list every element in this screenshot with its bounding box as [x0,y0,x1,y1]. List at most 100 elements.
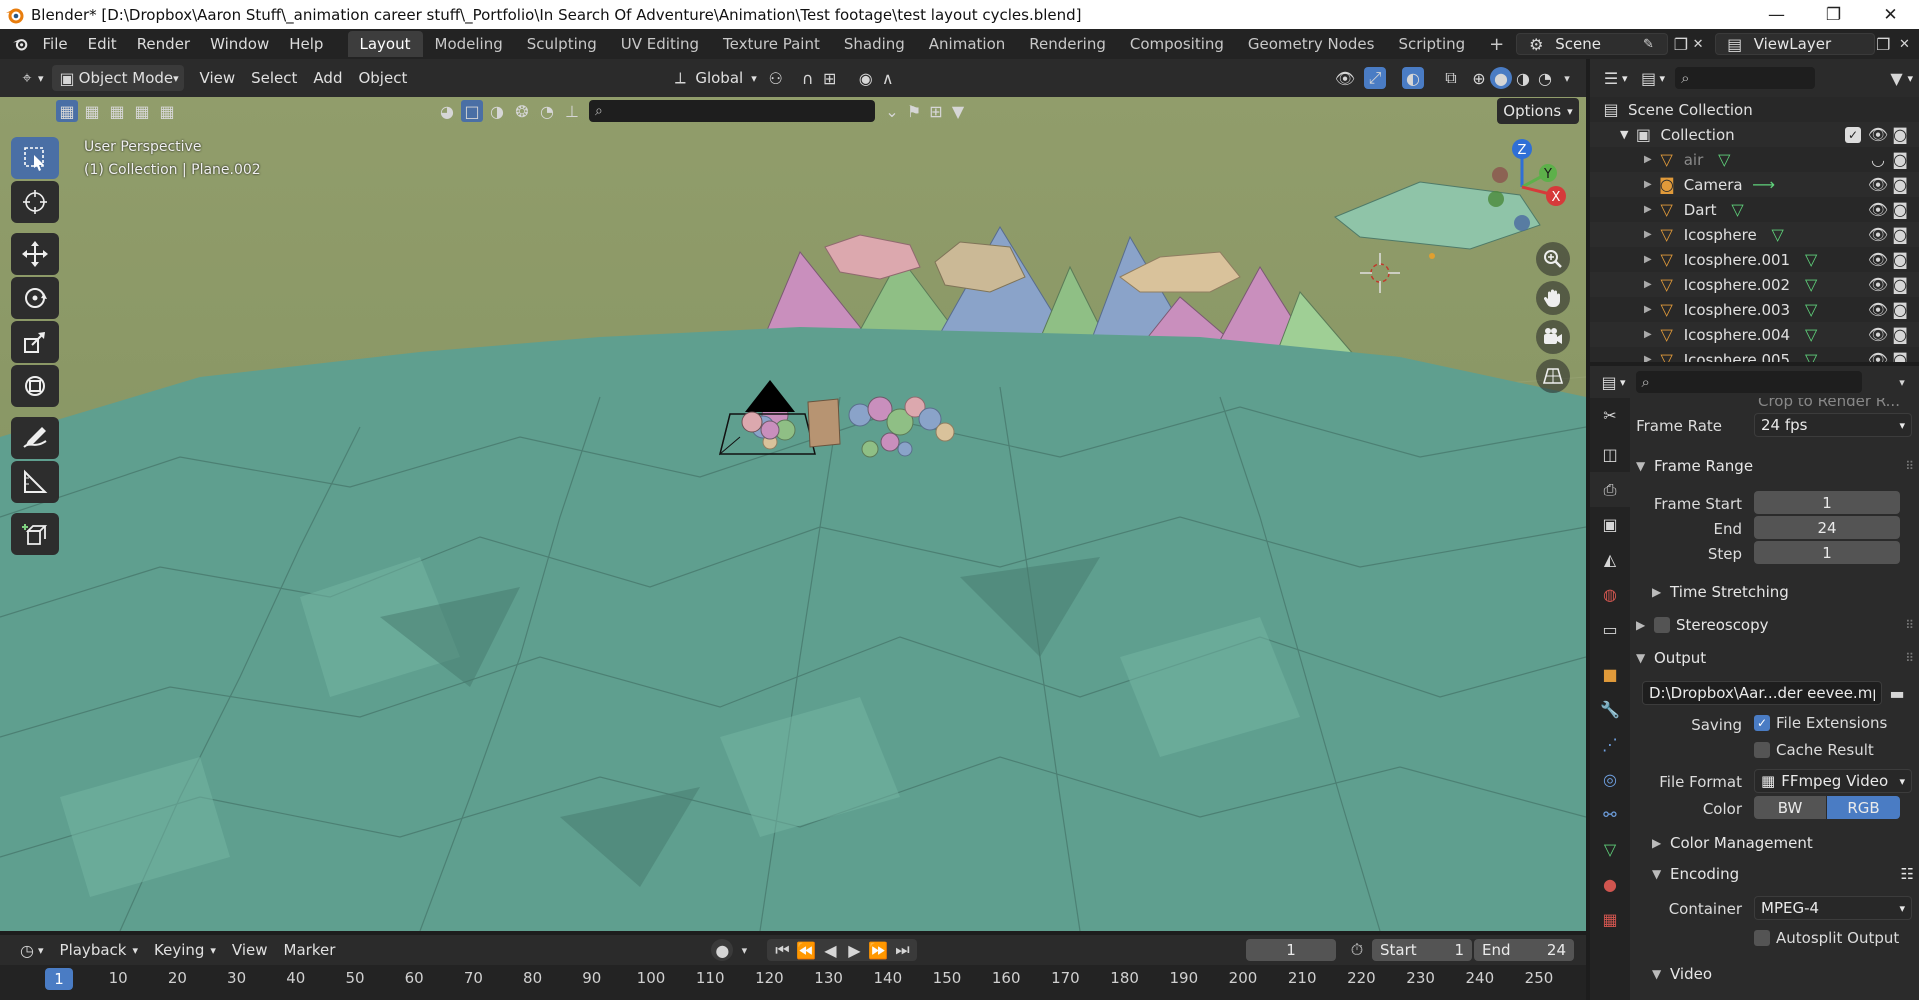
falloff-icon[interactable]: ∧ [877,67,899,89]
snap-target-icon[interactable]: ⊞ [819,67,841,89]
menu-object[interactable]: Object [350,65,415,91]
cache-result-checkbox[interactable] [1754,742,1770,758]
mode-selector[interactable]: ▣ Object Mode ▾ [51,65,184,91]
color-management-section[interactable]: ▶ Color Management [1652,829,1919,857]
encoding-section[interactable]: ▼ Encoding ☷ [1652,860,1914,888]
gizmo-toggle-icon[interactable]: ⤢ [1364,67,1386,89]
file-format-dropdown[interactable]: ▦ FFmpeg Video ▾ [1754,769,1912,793]
menu-add[interactable]: Add [305,65,350,91]
visibility-eye-icon[interactable]: 👁 [1867,199,1889,221]
scene-render[interactable] [0,97,1586,931]
viewport-search-field[interactable]: ⌕ [589,100,875,122]
render-camera-icon[interactable]: ◙ [1889,349,1911,362]
visibility-eye-icon[interactable]: 👁 [1867,299,1889,321]
expand-arrow-icon[interactable]: ▶ [1644,154,1652,165]
camera-view-icon[interactable] [1536,320,1570,354]
mesh-data-icon[interactable]: ▽ [1800,249,1822,271]
output-path-field[interactable]: D:\Dropbox\Aar...der eevee.mp4 [1642,681,1882,705]
menu-file[interactable]: File [33,35,78,53]
select-extend-icon[interactable]: ▦ [81,100,103,122]
overlay-toggle-icon[interactable]: ◐ [1402,67,1424,89]
menu-render[interactable]: Render [127,35,200,53]
jump-end-icon[interactable]: ⏭ [891,939,913,961]
file-extensions-checkbox[interactable]: ✓ [1754,715,1770,731]
mesh-data-icon[interactable]: ▽ [1767,224,1789,246]
outliner-search-input[interactable]: ⌕ [1675,67,1816,89]
remove-view-layer-icon[interactable]: ✕ [1896,33,1913,55]
new-scene-icon[interactable]: ❐ [1672,33,1689,55]
cursor-tool[interactable] [11,181,59,223]
scene-collection-row[interactable]: ▤ Scene Collection [1590,97,1919,122]
outliner-item[interactable]: ▶ ▽ Icosphere.003 ▽ 👁 ◙ [1590,297,1919,322]
transform-orientation[interactable]: ⟂ Global ▾ [661,65,764,91]
expand-arrow-icon[interactable]: ▶ [1644,279,1652,290]
move-tool[interactable] [11,233,59,275]
outliner-editor-icon[interactable]: ☰ [1600,67,1622,89]
remove-scene-icon[interactable]: ✕ [1690,33,1707,55]
visibility-eye-icon[interactable]: 👁 [1867,274,1889,296]
tool-tab[interactable]: ✂ [1590,398,1630,433]
pivot-icon[interactable]: ⚇ [765,67,787,89]
properties-options-icon[interactable]: ▾ [1891,371,1913,393]
expand-arrow-icon[interactable]: ▶ [1644,354,1652,362]
display-mode-icon[interactable]: ▤ [1638,67,1660,89]
outliner-item[interactable]: ▶ ▽ Icosphere.004 ▽ 👁 ◙ [1590,322,1919,347]
autosplit-row[interactable]: Autosplit Output [1754,929,1914,947]
rotate-tool[interactable] [11,277,59,319]
visibility-eye-icon[interactable]: 👁 [1867,174,1889,196]
transform-tool[interactable] [11,365,59,407]
box-select-icon[interactable]: □ [461,100,483,122]
bookmark-icon[interactable]: ⚑ [903,100,925,122]
container-dropdown[interactable]: MPEG-4 ▾ [1754,896,1912,920]
options-button[interactable]: Options ▾ [1497,98,1579,124]
menu-keying[interactable]: Keying ▾ [146,937,224,963]
xray-icon[interactable]: ⧉ [1440,67,1462,89]
tab-animation[interactable]: Animation [917,31,1017,57]
frame-start-field[interactable]: 1 [1754,491,1900,514]
blender-menu-icon[interactable] [6,33,33,55]
world-tab[interactable]: ◍ [1590,577,1630,612]
select-box-tool[interactable] [11,137,59,179]
menu-edit[interactable]: Edit [78,35,127,53]
tab-sculpting[interactable]: Sculpting [515,31,609,57]
time-stretching-section[interactable]: ▶ Time Stretching [1652,578,1919,606]
stereoscopy-checkbox[interactable] [1654,617,1670,633]
collection-expand-icon[interactable]: ▼ [1620,128,1628,141]
menu-timeline-view[interactable]: View [224,937,276,963]
clear-icon[interactable]: ⌄ [881,100,903,122]
play-reverse-icon[interactable]: ◀ [819,939,841,961]
file-extensions-row[interactable]: ✓ File Extensions [1754,714,1914,732]
output-section[interactable]: ▼ Output ⠿ [1636,644,1914,672]
jump-keyframe-back-icon[interactable]: ⏪ [795,939,817,961]
visibility-eye-icon[interactable]: 👁 [1867,249,1889,271]
editor-type-button[interactable]: ⌖ ▾ [8,65,52,91]
jump-keyframe-forward-icon[interactable]: ⏩ [867,939,889,961]
outliner-item[interactable]: ▶ ▽ Icosphere.005 ▽ 👁 ◙ [1590,347,1919,362]
drag-handle-icon[interactable]: ⠿ [1905,459,1914,473]
visibility-eye-icon[interactable]: 👁 [1867,224,1889,246]
mesh-data-icon[interactable]: ▽ [1800,299,1822,321]
hidden-eye-icon[interactable]: ◡ [1867,149,1889,171]
expand-arrow-icon[interactable]: ▶ [1644,254,1652,265]
particles-icon[interactable]: ❂ [511,100,533,122]
outliner-filter-icon[interactable]: ▼ [1885,67,1907,89]
keying-set-icon[interactable]: ▾ [733,939,755,961]
render-camera-icon[interactable]: ◙ [1889,149,1911,171]
properties-editor-icon[interactable]: ▤ [1598,371,1620,393]
particles-tab[interactable]: ⋰ [1590,727,1630,762]
tab-compositing[interactable]: Compositing [1118,31,1236,57]
constraints-tab[interactable]: ⚯ [1590,797,1630,832]
frame-range-section[interactable]: ▼ Frame Range ⠿ [1636,452,1914,480]
select-new-icon[interactable]: ▦ [56,100,78,122]
pan-hand-icon[interactable] [1536,281,1570,315]
visibility-eye-icon[interactable]: 👁 [1867,324,1889,346]
expand-arrow-icon[interactable]: ▶ [1644,304,1652,315]
add-workspace-button[interactable]: + [1477,30,1516,59]
mesh-data-icon[interactable]: ▽ [1800,274,1822,296]
render-camera-icon[interactable]: ◙ [1889,324,1911,346]
outliner-item[interactable]: ▶ ▽ Dart ▽ 👁 ◙ [1590,197,1919,222]
tab-layout[interactable]: Layout [347,31,423,57]
stereoscopy-section[interactable]: ▶ Stereoscopy ⠿ [1636,611,1914,639]
scale-tool[interactable] [11,321,59,363]
scene-tab[interactable]: ◭ [1590,542,1630,577]
